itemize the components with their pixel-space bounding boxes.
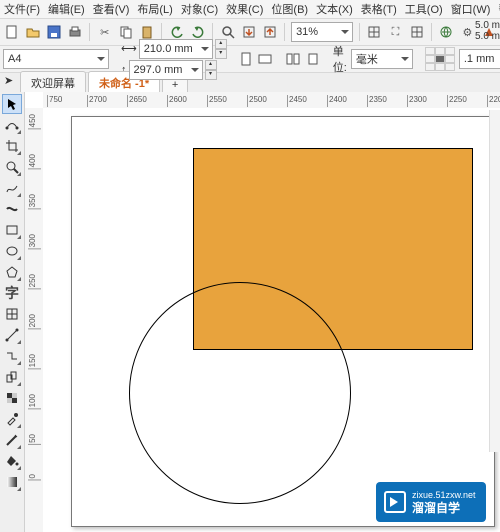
right-readout: 5.0 m5.0 m	[454, 20, 500, 42]
pick-tool-icon[interactable]: ➤	[4, 74, 13, 87]
height-up[interactable]: ▴	[205, 60, 217, 70]
toolbar-property: A4 ⟷ 210.0 mm ▴▾ ↕ 297.0 mm ▴▾ 单位: 毫米 .1…	[0, 46, 500, 73]
print-icon[interactable]	[66, 21, 83, 43]
menu-view[interactable]: 查看(V)	[93, 1, 130, 17]
menu-bar: 文件(F) 编辑(E) 查看(V) 布局(L) 对象(C) 效果(C) 位图(B…	[0, 0, 500, 19]
zoom-dropdown[interactable]: 31%	[291, 22, 353, 42]
fill-tool[interactable]	[2, 451, 22, 471]
page-height-input[interactable]: 297.0 mm	[129, 60, 203, 80]
menu-tools[interactable]: 工具(O)	[405, 1, 443, 17]
polygon-tool[interactable]	[2, 262, 22, 282]
toolbar-standard: ✂ 31% ⛶ ⚙	[0, 19, 500, 46]
cut-icon[interactable]: ✂	[96, 21, 113, 43]
menu-object[interactable]: 对象(C)	[181, 1, 218, 17]
menu-effect[interactable]: 效果(C)	[226, 1, 263, 17]
outline-tool[interactable]	[2, 430, 22, 450]
rectangle-tool[interactable]	[2, 220, 22, 240]
nudge-anchor-icon[interactable]	[425, 47, 455, 71]
ruler-horizontal[interactable]: 750 2700 2650 2600 2550 2500 2450 2400 2…	[43, 92, 500, 109]
watermark-badge: zixue.51zxw.net 溜溜自学	[376, 482, 486, 522]
menu-layout[interactable]: 布局(L)	[137, 1, 172, 17]
portrait-icon[interactable]	[239, 48, 253, 70]
work-area: 字 750 2700 2650 2600 2550 2500 2450 2400…	[0, 92, 500, 532]
landscape-icon[interactable]	[257, 48, 273, 70]
zoom-tool[interactable]	[2, 157, 22, 177]
text-tool[interactable]: 字	[2, 283, 22, 303]
eyedropper-tool[interactable]	[2, 409, 22, 429]
freehand-tool[interactable]	[2, 178, 22, 198]
fullscreen-icon[interactable]: ⛶	[387, 21, 404, 43]
paper-size-dropdown[interactable]: A4	[3, 49, 109, 69]
toolbox: 字	[0, 92, 25, 532]
save-icon[interactable]	[45, 21, 62, 43]
document-tabs: ➤ 欢迎屏幕 未命名 -1* +	[0, 73, 500, 94]
open-icon[interactable]	[24, 21, 41, 43]
connector-tool[interactable]	[2, 346, 22, 366]
new-icon[interactable]	[3, 21, 20, 43]
menu-edit[interactable]: 编辑(E)	[48, 1, 85, 17]
import-icon[interactable]	[240, 21, 257, 43]
pick-tool[interactable]	[2, 94, 22, 114]
snap-icon[interactable]	[366, 21, 383, 43]
artistic-media-tool[interactable]	[2, 199, 22, 219]
scrollbar-vertical[interactable]	[489, 110, 500, 452]
menu-table[interactable]: 表格(T)	[361, 1, 397, 17]
canvas-area: 750 2700 2650 2600 2550 2500 2450 2400 2…	[25, 92, 500, 532]
crop-tool[interactable]	[2, 136, 22, 156]
width-down[interactable]: ▾	[215, 49, 227, 59]
menu-file[interactable]: 文件(F)	[4, 1, 40, 17]
zoom-value: 31%	[296, 26, 318, 38]
menu-window[interactable]: 窗口(W)	[451, 1, 491, 17]
tab-welcome[interactable]: 欢迎屏幕	[20, 71, 86, 93]
ellipse-tool[interactable]	[2, 241, 22, 261]
publish-icon[interactable]	[438, 21, 455, 43]
watermark-url: zixue.51zxw.net	[412, 490, 476, 501]
grid-icon[interactable]	[408, 21, 425, 43]
ellipse-shape[interactable]	[129, 282, 351, 504]
units-label: 单位:	[333, 43, 347, 75]
watermark-title: 溜溜自学	[412, 501, 476, 515]
shape-tool[interactable]	[2, 115, 22, 135]
ruler-vertical[interactable]: 450 400 350 300 250 200 150 100 50 0	[25, 108, 44, 532]
height-down[interactable]: ▾	[205, 70, 217, 80]
table-tool[interactable]	[2, 304, 22, 324]
width-icon: ⟷	[121, 42, 137, 55]
width-up[interactable]: ▴	[215, 39, 227, 49]
page-width-input[interactable]: 210.0 mm	[139, 39, 213, 59]
play-icon	[384, 491, 406, 513]
current-page-icon[interactable]	[305, 48, 321, 70]
blend-tool[interactable]	[2, 367, 22, 387]
drawing-canvas[interactable]	[43, 108, 500, 532]
nudge-distance-input[interactable]: .1 mm	[459, 49, 500, 69]
interactive-fill-tool[interactable]	[2, 472, 22, 492]
dimension-tool[interactable]	[2, 325, 22, 345]
menu-text[interactable]: 文本(X)	[316, 1, 353, 17]
export-icon[interactable]	[261, 21, 278, 43]
menu-bitmap[interactable]: 位图(B)	[271, 1, 308, 17]
transparency-tool[interactable]	[2, 388, 22, 408]
units-dropdown[interactable]: 毫米	[351, 49, 413, 69]
all-pages-icon[interactable]	[285, 48, 301, 70]
